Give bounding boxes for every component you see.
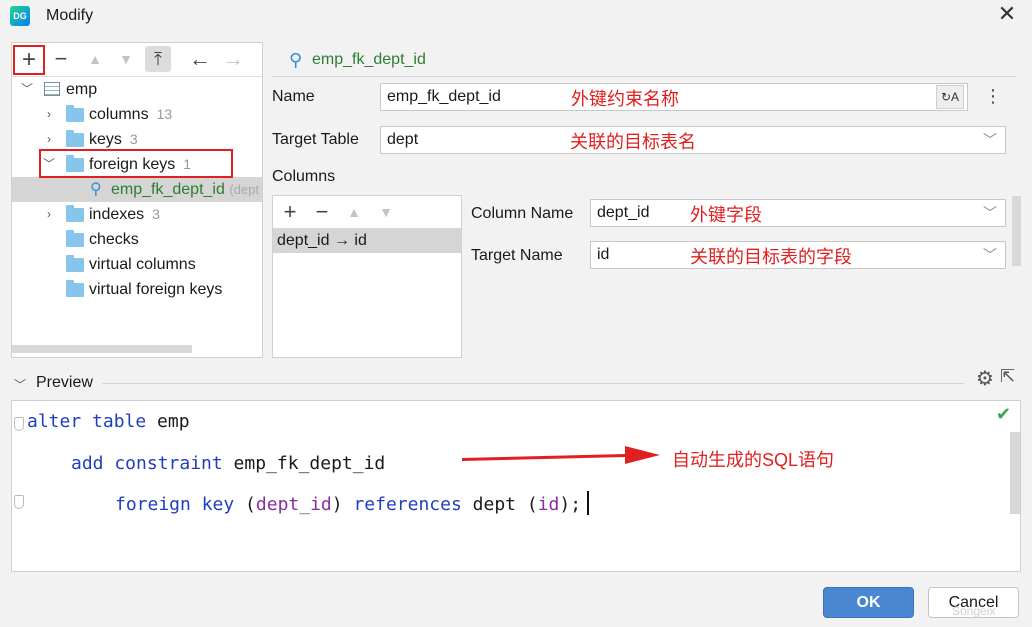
- schema-tree-panel: + − ▲ ▼ ⤒ ← → ﹀ emp › columns 13 › keys 3 …: [11, 42, 263, 358]
- target-name-value: id: [597, 246, 610, 263]
- code-line-3: foreign key (dept_id) references dept (i…: [115, 494, 582, 515]
- tree-label: checks: [89, 231, 139, 248]
- annotation-name: 外键约束名称: [571, 89, 679, 109]
- chevron-down-icon: ﹀: [983, 132, 997, 148]
- vertical-scrollbar[interactable]: [1010, 432, 1020, 514]
- target-table-value: dept: [387, 131, 419, 148]
- table-icon: [44, 82, 60, 96]
- key-icon: ⚲: [289, 50, 303, 70]
- tree-item-indexes[interactable]: › indexes 3: [12, 202, 262, 227]
- remove-column-button[interactable]: −: [309, 199, 335, 225]
- tree-label: columns: [89, 106, 149, 123]
- annotation-arrow: [462, 446, 660, 464]
- annotation-target-table: 关联的目标表名: [570, 132, 696, 152]
- folder-icon: [66, 105, 84, 122]
- tree-label: keys: [89, 131, 122, 148]
- window-title: Modify: [46, 7, 94, 24]
- folder-icon: [66, 280, 84, 297]
- move-up-button[interactable]: ▲: [341, 199, 367, 225]
- tree-toolbar: + − ▲ ▼ ⤒ ← →: [12, 43, 262, 77]
- move-down-button[interactable]: ▼: [113, 46, 139, 72]
- tree-item-virtual-columns[interactable]: virtual columns: [12, 252, 262, 277]
- chevron-down-icon: ﹀: [983, 205, 997, 221]
- code-line-1: alter table emp: [27, 411, 190, 432]
- column-mapping-row[interactable]: dept_id → id: [273, 228, 461, 253]
- tree-item-emp[interactable]: ﹀ emp: [12, 77, 262, 102]
- chevron-down-icon[interactable]: ﹀: [20, 77, 34, 102]
- count-badge: 13: [156, 106, 173, 122]
- tree-label: indexes: [89, 206, 145, 223]
- annotation-sql: 自动生成的SQL语句: [672, 450, 835, 470]
- ok-button[interactable]: OK: [823, 587, 914, 618]
- tree-label: emp: [66, 81, 98, 98]
- columns-toolbar: + − ▲ ▼: [273, 196, 461, 228]
- sql-preview-editor[interactable]: alter table emp add constraint emp_fk_de…: [11, 400, 1021, 572]
- folder-icon: [66, 130, 84, 147]
- columns-list-panel: + − ▲ ▼ dept_id → id: [272, 195, 462, 358]
- tree-suffix: (dept: [229, 182, 259, 197]
- column-name-select[interactable]: dept_id ﹀: [590, 199, 1006, 227]
- title-bar: DG Modify ✕: [0, 0, 1032, 34]
- popout-icon[interactable]: ⇱: [1000, 366, 1015, 387]
- count-badge: 3: [152, 206, 160, 222]
- folder-icon: [66, 255, 84, 272]
- fold-icon[interactable]: [14, 417, 24, 431]
- check-icon: ✔: [996, 404, 1012, 424]
- tree-item-virtual-foreign-keys[interactable]: virtual foreign keys: [12, 277, 262, 302]
- annotation-column-name: 外键字段: [690, 205, 762, 225]
- highlight-box: [39, 149, 233, 178]
- tree-item-checks[interactable]: checks: [12, 227, 262, 252]
- target-table-label: Target Table: [272, 131, 359, 148]
- column-name-label: Column Name: [471, 205, 574, 222]
- tree-label: virtual foreign keys: [89, 281, 223, 298]
- columns-label: Columns: [272, 168, 336, 185]
- watermark: Songeix: [952, 604, 996, 618]
- close-icon[interactable]: ✕: [996, 3, 1018, 27]
- tree-item-columns[interactable]: › columns 13: [12, 102, 262, 127]
- divider: [272, 76, 1016, 77]
- back-arrow-icon[interactable]: ←: [187, 46, 213, 72]
- add-button[interactable]: +: [13, 45, 45, 75]
- text-caret: [587, 491, 589, 515]
- fold-icon[interactable]: [14, 495, 24, 509]
- app-icon: DG: [10, 6, 30, 26]
- folder-icon: [66, 230, 84, 247]
- vertical-scrollbar[interactable]: [1012, 196, 1021, 266]
- remove-button[interactable]: −: [48, 46, 74, 72]
- divider: [102, 383, 964, 384]
- name-label: Name: [272, 88, 315, 105]
- count-badge: 3: [129, 131, 138, 147]
- move-down-button[interactable]: ▼: [373, 199, 399, 225]
- add-column-button[interactable]: +: [277, 199, 303, 225]
- object-header-name: emp_fk_dept_id: [312, 51, 426, 68]
- chevron-right-icon[interactable]: ›: [42, 202, 56, 227]
- code-line-2: add constraint emp_fk_dept_id: [71, 453, 386, 474]
- horizontal-scrollbar[interactable]: [12, 345, 192, 353]
- gear-icon[interactable]: ⚙: [976, 366, 994, 391]
- tree-label: emp_fk_dept_id: [111, 181, 225, 198]
- column-name-value: dept_id: [597, 204, 650, 221]
- tree-label: virtual columns: [89, 256, 196, 273]
- chevron-right-icon[interactable]: ›: [42, 102, 56, 127]
- tree-item-fk-emp-fk-dept-id[interactable]: ⚲ emp_fk_dept_id (dept: [12, 177, 262, 202]
- annotation-target-name: 关联的目标表的字段: [690, 247, 852, 267]
- chevron-down-icon: ﹀: [983, 247, 997, 263]
- preview-title[interactable]: Preview: [36, 374, 93, 392]
- name-value: emp_fk_dept_id: [387, 88, 501, 105]
- chevron-down-icon[interactable]: ﹀: [14, 376, 26, 393]
- move-up-button[interactable]: ▲: [82, 46, 108, 72]
- folder-icon: [66, 205, 84, 222]
- more-options-icon[interactable]: ⋮: [984, 84, 1002, 108]
- target-name-label: Target Name: [471, 247, 563, 264]
- sort-az-icon[interactable]: ↻A: [936, 85, 964, 109]
- pin-icon[interactable]: ⤒: [145, 46, 171, 72]
- forward-arrow-icon[interactable]: →: [220, 46, 246, 72]
- key-icon: ⚲: [90, 181, 102, 198]
